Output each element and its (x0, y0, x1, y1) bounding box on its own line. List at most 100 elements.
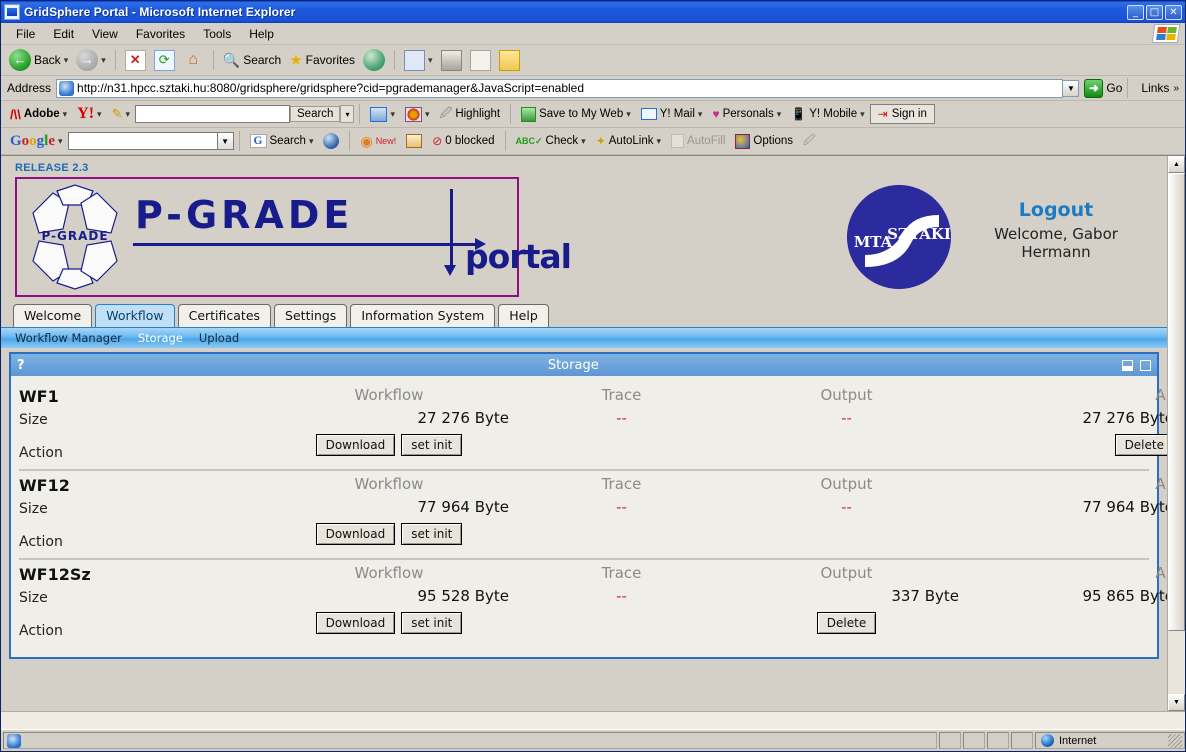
refresh-button[interactable]: ⟳ (150, 49, 179, 72)
favorites-button[interactable]: ★ Favorites (285, 50, 359, 70)
stop-button[interactable]: ✕ (121, 49, 150, 72)
personals-button[interactable]: ♥ Personals ▾ (707, 106, 786, 122)
help-icon[interactable]: ? (17, 358, 25, 373)
bookmarks-button[interactable]: ▾ (365, 106, 400, 123)
all-column: All 95 865 Byte (959, 564, 1167, 605)
delete-button[interactable]: Delete (816, 612, 877, 634)
release-label: RELEASE 2.3 (15, 162, 89, 174)
pagerank-button[interactable]: ◉ New! (355, 132, 401, 151)
chevron-down-icon-mob: ▾ (860, 108, 865, 119)
scroll-down-button[interactable]: ▼ (1168, 694, 1185, 711)
highlight-button[interactable]: 🖉 Highlight (435, 103, 506, 126)
yahoo-search-dropdown[interactable]: ▾ (340, 105, 355, 123)
spellcheck-button[interactable]: ABC✓ Check ▾ (511, 134, 591, 148)
vertical-scrollbar[interactable]: ▲ ▼ (1167, 156, 1185, 711)
size-label: Size (19, 412, 48, 428)
yahoo-button[interactable]: Y! ▾ (72, 104, 106, 124)
minimize-button[interactable]: _ (1127, 4, 1144, 20)
tab-welcome[interactable]: Welcome (13, 304, 93, 327)
star-icon: ★ (289, 52, 303, 69)
horizontal-scroll-strip[interactable] (1, 711, 1185, 729)
options-button[interactable]: Options (730, 133, 798, 150)
set-init-button[interactable]: set init (401, 612, 463, 634)
menu-item-tools[interactable]: Tools (194, 25, 240, 43)
menu-item-file[interactable]: File (7, 25, 44, 43)
yahoo-search-button[interactable]: Search (290, 106, 341, 122)
address-value: http://n31.hpcc.sztaki.hu:8080/gridspher… (77, 81, 585, 95)
autofill-icon (671, 134, 685, 148)
subnav-workflow-manager[interactable]: Workflow Manager (15, 331, 122, 345)
yahoo-mail-button[interactable]: Y! Mail ▾ (636, 107, 708, 121)
yahoo-search-input[interactable] (135, 105, 291, 123)
save-to-my-web-button[interactable]: Save to My Web ▾ (516, 106, 636, 123)
svg-text:P-GRADE: P-GRADE (41, 229, 108, 243)
tab-workflow[interactable]: Workflow (95, 304, 175, 327)
mail-button[interactable]: ▾ (400, 49, 437, 72)
menu-bar: File Edit View Favorites Tools Help (1, 23, 1185, 45)
set-init-button[interactable]: set init (401, 434, 463, 456)
column-header-output: Output (820, 386, 873, 404)
back-button[interactable]: ← Back ▾ (5, 48, 72, 72)
tab-information-system[interactable]: Information System (350, 304, 496, 327)
google-search-button[interactable]: G Search ▾ (245, 133, 319, 149)
menu-item-edit[interactable]: Edit (44, 25, 83, 43)
tab-help[interactable]: Help (498, 304, 549, 327)
title-bar: GridSphere Portal - Microsoft Internet E… (1, 1, 1185, 23)
delete-button[interactable]: Delete (1114, 434, 1167, 456)
print-button[interactable] (437, 49, 466, 72)
resize-grip-icon[interactable] (1168, 733, 1182, 748)
toolbar-divider (114, 50, 116, 70)
menu-item-help[interactable]: Help (240, 25, 283, 43)
google-search-dropdown[interactable]: ▼ (217, 132, 234, 150)
download-button[interactable]: Download (315, 523, 396, 545)
toolbar-divider-3 (394, 50, 396, 70)
edit-button[interactable] (466, 49, 495, 72)
discuss-button[interactable] (495, 49, 524, 72)
address-dropdown-button[interactable]: ▼ (1063, 79, 1080, 97)
popup-info-button[interactable] (401, 133, 427, 149)
maximize-button[interactable]: □ (1146, 4, 1163, 20)
google-globe-button[interactable] (318, 132, 344, 150)
google-search-input[interactable] (67, 132, 218, 150)
go-arrow-icon: ➜ (1084, 78, 1104, 98)
scroll-up-button[interactable]: ▲ (1168, 156, 1185, 173)
msn-logo-icon[interactable] (1151, 24, 1181, 43)
eraser-button[interactable]: 🖉 (798, 130, 821, 153)
google-logo-button[interactable]: Google ▾ (5, 132, 68, 151)
address-input[interactable]: http://n31.hpcc.sztaki.hu:8080/gridspher… (56, 78, 1064, 98)
status-zone-label: Internet (1059, 734, 1097, 747)
set-init-button[interactable]: set init (401, 523, 463, 545)
links-button[interactable]: Links » (1141, 81, 1179, 95)
subnav-storage[interactable]: Storage (138, 331, 183, 345)
download-button[interactable]: Download (315, 612, 396, 634)
portlet-minimize-icon[interactable] (1122, 359, 1133, 371)
forward-button[interactable]: → ▾ (72, 48, 110, 72)
edit-page-icon (469, 49, 491, 71)
pencil-button[interactable]: ✎ ▾ (107, 105, 135, 123)
menu-item-favorites[interactable]: Favorites (127, 25, 194, 43)
popup-blocker-button[interactable]: ⊘ 0 blocked (427, 133, 499, 149)
adobe-button[interactable]: /\\ Adobe ▾ (5, 106, 72, 123)
portlet-header: ? Storage (11, 354, 1157, 376)
yahoo-mobile-button[interactable]: 📱 Y! Mobile ▾ (786, 106, 869, 122)
go-button[interactable]: ➜ Go (1084, 78, 1123, 98)
scroll-track[interactable] (1168, 173, 1185, 694)
home-button[interactable]: ⌂ (179, 49, 208, 72)
antispy-button[interactable]: ▾ (400, 106, 435, 123)
logout-link[interactable]: Logout (971, 199, 1141, 221)
media-button[interactable] (359, 48, 389, 72)
abc-check-icon: ABC✓ (515, 135, 543, 146)
scroll-thumb[interactable] (1168, 173, 1185, 632)
tab-certificates[interactable]: Certificates (177, 304, 272, 327)
autolink-button[interactable]: ✦ AutoLink ▾ (591, 133, 666, 149)
search-button[interactable]: 🔍 Search (219, 51, 285, 70)
sign-in-button[interactable]: ⇥ Sign in (869, 104, 935, 124)
download-button[interactable]: Download (315, 434, 396, 456)
subnav-upload[interactable]: Upload (199, 331, 239, 345)
go-label: Go (1106, 81, 1123, 95)
tab-settings[interactable]: Settings (274, 304, 348, 327)
close-button[interactable]: ✕ (1165, 4, 1182, 20)
menu-item-view[interactable]: View (83, 25, 127, 43)
portlet-maximize-icon[interactable] (1140, 359, 1151, 371)
personals-label: Personals (722, 108, 774, 120)
